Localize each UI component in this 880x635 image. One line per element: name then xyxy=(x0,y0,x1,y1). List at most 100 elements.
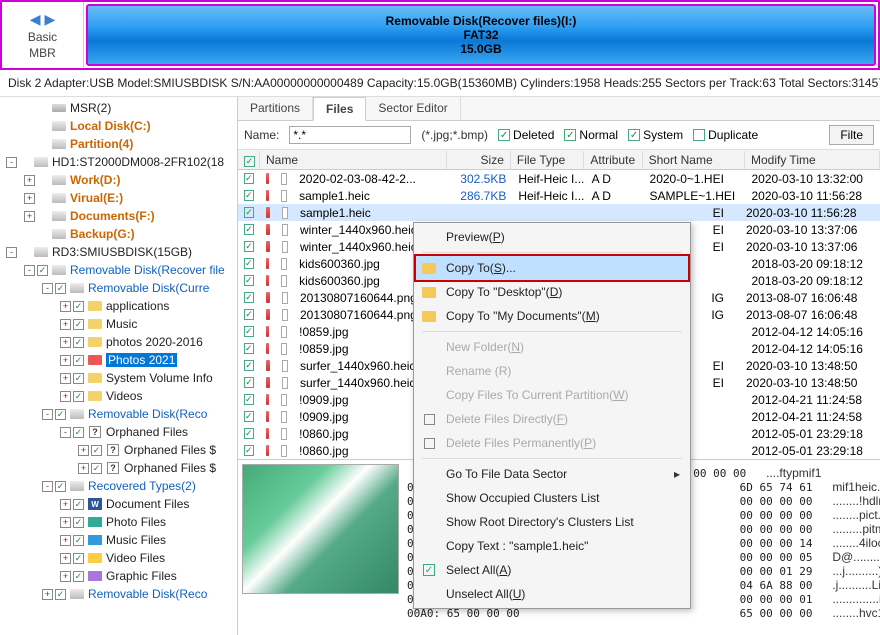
col-check[interactable]: ✓ xyxy=(238,151,260,169)
expand-toggle[interactable]: + xyxy=(42,589,53,600)
tree-checkbox[interactable]: ✓ xyxy=(73,355,84,366)
ctx-go-to-file-data-sector[interactable]: Go To File Data Sector▸ xyxy=(416,462,688,486)
row-checkbox[interactable]: ✓ xyxy=(244,343,254,354)
duplicate-checkbox[interactable]: Duplicate xyxy=(693,128,758,142)
tree-checkbox[interactable]: ✓ xyxy=(91,445,102,456)
tree-checkbox[interactable]: ✓ xyxy=(73,571,84,582)
tree-item[interactable]: +✓applications xyxy=(0,297,237,315)
file-row[interactable]: ✓2020-02-03-08-42-2...302.5KBHeif-Heic I… xyxy=(238,170,880,187)
row-checkbox[interactable]: ✓ xyxy=(244,428,254,439)
tree-item[interactable]: +✓?Orphaned Files $ xyxy=(0,459,237,477)
row-checkbox[interactable]: ✓ xyxy=(244,326,254,337)
tree-item[interactable]: +Virual(E:) xyxy=(0,189,237,207)
expand-toggle[interactable]: + xyxy=(60,535,71,546)
ctx-copy-to-desktop-[interactable]: Copy To "Desktop"(D) xyxy=(416,280,688,304)
tree-item[interactable]: +✓photos 2020-2016 xyxy=(0,333,237,351)
tree-checkbox[interactable]: ✓ xyxy=(73,517,84,528)
expand-toggle[interactable]: - xyxy=(6,247,17,258)
tree-item[interactable]: +✓Photo Files xyxy=(0,513,237,531)
tree-item[interactable]: -✓Recovered Types(2) xyxy=(0,477,237,495)
ctx-copy-text-sample-heic-[interactable]: Copy Text : "sample1.heic" xyxy=(416,534,688,558)
expand-toggle[interactable]: + xyxy=(78,463,89,474)
tree-item[interactable]: Local Disk(C:) xyxy=(0,117,237,135)
tree-item[interactable]: +✓System Volume Info xyxy=(0,369,237,387)
tree-item[interactable]: Backup(G:) xyxy=(0,225,237,243)
tree-checkbox[interactable]: ✓ xyxy=(55,481,66,492)
context-menu[interactable]: Preview(P) Copy To(S)...Copy To "Desktop"… xyxy=(413,222,691,609)
expand-toggle[interactable]: + xyxy=(60,391,71,402)
tree-item[interactable]: +✓Graphic Files xyxy=(0,567,237,585)
col-type[interactable]: File Type xyxy=(511,151,585,169)
row-checkbox[interactable]: ✓ xyxy=(244,360,254,371)
row-checkbox[interactable]: ✓ xyxy=(244,207,254,218)
row-checkbox[interactable]: ✓ xyxy=(244,241,254,252)
tree-item[interactable]: Partition(4) xyxy=(0,135,237,153)
expand-toggle[interactable]: - xyxy=(42,481,53,492)
tree-item[interactable]: -RD3:SMIUSBDISK(15GB) xyxy=(0,243,237,261)
col-modify-time[interactable]: Modify Time xyxy=(745,151,880,169)
row-checkbox[interactable]: ✓ xyxy=(244,394,254,405)
tree-item[interactable]: +✓Music xyxy=(0,315,237,333)
row-checkbox[interactable]: ✓ xyxy=(244,411,254,422)
expand-toggle[interactable]: - xyxy=(60,427,71,438)
expand-toggle[interactable]: + xyxy=(24,175,35,186)
deleted-checkbox[interactable]: ✓Deleted xyxy=(498,128,554,142)
name-filter-input[interactable] xyxy=(289,126,411,144)
tree-item[interactable]: +Work(D:) xyxy=(0,171,237,189)
expand-toggle[interactable]: + xyxy=(60,355,71,366)
expand-toggle[interactable]: + xyxy=(78,445,89,456)
expand-toggle[interactable]: - xyxy=(42,283,53,294)
file-row[interactable]: ✓sample1.heic286.7KBHeif-Heic I...A DSAM… xyxy=(238,187,880,204)
tree-item[interactable]: +✓Videos xyxy=(0,387,237,405)
row-checkbox[interactable]: ✓ xyxy=(244,309,254,320)
tree-checkbox[interactable]: ✓ xyxy=(73,553,84,564)
row-checkbox[interactable]: ✓ xyxy=(244,224,254,235)
tree-item[interactable]: +Documents(F:) xyxy=(0,207,237,225)
col-name[interactable]: Name xyxy=(260,151,447,169)
tree-item[interactable]: +✓Music Files xyxy=(0,531,237,549)
partition-tree[interactable]: MSR(2)Local Disk(C:)Partition(4)-HD1:ST2… xyxy=(0,97,238,635)
tree-checkbox[interactable]: ✓ xyxy=(37,265,48,276)
expand-toggle[interactable]: + xyxy=(60,373,71,384)
row-checkbox[interactable]: ✓ xyxy=(244,258,254,269)
ctx-preview[interactable]: Preview(P) xyxy=(416,225,688,249)
tree-item[interactable]: -✓?Orphaned Files xyxy=(0,423,237,441)
ctx-show-occupied-clusters-list[interactable]: Show Occupied Clusters List xyxy=(416,486,688,510)
tree-item[interactable]: +✓?Orphaned Files $ xyxy=(0,441,237,459)
tree-checkbox[interactable]: ✓ xyxy=(73,427,84,438)
tab-files[interactable]: Files xyxy=(313,97,366,121)
tree-checkbox[interactable]: ✓ xyxy=(73,337,84,348)
tree-item[interactable]: +✓Removable Disk(Reco xyxy=(0,585,237,603)
tree-checkbox[interactable]: ✓ xyxy=(73,391,84,402)
tree-checkbox[interactable]: ✓ xyxy=(73,535,84,546)
filter-button[interactable]: Filte xyxy=(829,125,874,145)
row-checkbox[interactable]: ✓ xyxy=(244,190,254,201)
tree-checkbox[interactable]: ✓ xyxy=(73,499,84,510)
expand-toggle[interactable]: - xyxy=(6,157,17,168)
expand-toggle[interactable]: + xyxy=(60,337,71,348)
tab-partitions[interactable]: Partitions xyxy=(238,97,313,120)
row-checkbox[interactable]: ✓ xyxy=(244,173,254,184)
tree-item[interactable]: +✓WDocument Files xyxy=(0,495,237,513)
ctx-show-root-directory-s-clusters-list[interactable]: Show Root Directory's Clusters List xyxy=(416,510,688,534)
row-checkbox[interactable]: ✓ xyxy=(244,377,254,388)
col-attribute[interactable]: Attribute xyxy=(584,151,642,169)
system-checkbox[interactable]: ✓System xyxy=(628,128,683,142)
ctx-copy-to[interactable]: Copy To(S)... xyxy=(414,254,690,282)
tree-checkbox[interactable]: ✓ xyxy=(73,301,84,312)
ctx-unselect-all[interactable]: Unselect All(U) xyxy=(416,582,688,606)
tree-item[interactable]: -✓Removable Disk(Recover file xyxy=(0,261,237,279)
ctx-copy-to-my-documents-[interactable]: Copy To "My Documents"(M) xyxy=(416,304,688,328)
tree-checkbox[interactable]: ✓ xyxy=(73,373,84,384)
expand-toggle[interactable]: + xyxy=(60,517,71,528)
tree-checkbox[interactable]: ✓ xyxy=(55,283,66,294)
tree-item[interactable]: +✓Photos 2021 xyxy=(0,351,237,369)
nav-arrows[interactable]: ◀ ▶ xyxy=(30,11,55,28)
expand-toggle[interactable]: + xyxy=(60,499,71,510)
tree-item[interactable]: -HD1:ST2000DM008-2FR102(18 xyxy=(0,153,237,171)
expand-toggle[interactable]: + xyxy=(24,193,35,204)
tree-item[interactable]: -✓Removable Disk(Curre xyxy=(0,279,237,297)
row-checkbox[interactable]: ✓ xyxy=(244,292,254,303)
disk-banner[interactable]: Removable Disk(Recover files)(I:) FAT32 … xyxy=(86,4,876,66)
tree-item[interactable]: -✓Removable Disk(Reco xyxy=(0,405,237,423)
